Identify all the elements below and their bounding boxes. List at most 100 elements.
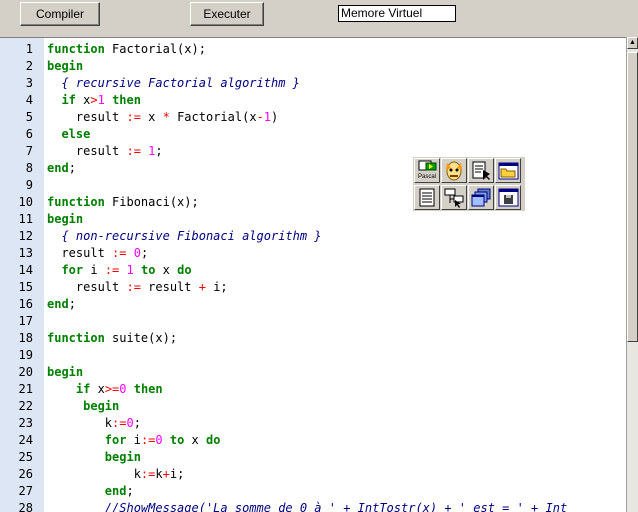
robot-face-button[interactable]	[441, 158, 467, 183]
code-token: +	[162, 467, 170, 481]
line-number: 25	[18, 450, 33, 464]
code-token: -	[256, 110, 264, 124]
line-number: 19	[18, 348, 33, 362]
code-token: to	[140, 263, 156, 277]
code-token: x	[90, 382, 105, 396]
document-cursor-icon	[472, 161, 490, 180]
code-token: end	[47, 297, 69, 311]
tree-view-icon	[444, 188, 464, 208]
code-line[interactable]: function Factorial(x);	[47, 41, 206, 58]
code-line[interactable]: function Fibonaci(x);	[47, 194, 199, 211]
code-line[interactable]: end;	[47, 483, 134, 500]
code-token: function	[47, 331, 105, 345]
code-token: function	[47, 42, 105, 56]
scroll-up-arrow-icon[interactable]: ▲	[627, 37, 638, 49]
compile-button[interactable]: Compiler	[20, 2, 100, 26]
code-token: ;	[68, 161, 76, 175]
code-line[interactable]: result := 1;	[47, 143, 163, 160]
code-line[interactable]: for i:=0 to x do	[47, 432, 221, 449]
code-line[interactable]: result := 0;	[47, 245, 148, 262]
code-line[interactable]: begin	[47, 449, 141, 466]
code-token: result	[47, 280, 127, 294]
code-line[interactable]: function suite(x);	[47, 330, 177, 347]
pascal-compile-button[interactable]: Pascal	[414, 158, 440, 183]
code-line[interactable]: result := result + i;	[47, 279, 228, 296]
code-line[interactable]: if x>1 then	[47, 92, 141, 109]
code-line[interactable]: { non-recursive Fibonaci algorithm }	[47, 228, 322, 245]
line-number: 21	[18, 382, 33, 396]
code-area[interactable]: function Factorial(x); begin { recursive …	[47, 38, 626, 512]
code-token: :=	[126, 110, 141, 124]
vertical-scrollbar[interactable]: ▲	[626, 37, 638, 512]
code-token: k	[47, 416, 113, 430]
code-line[interactable]: for i := 1 to x do	[47, 262, 192, 279]
line-number: 12	[18, 229, 33, 243]
virtual-memory-field[interactable]: Memore Virtuel	[338, 5, 456, 22]
code-token: :=	[126, 144, 141, 158]
line-number: 11	[18, 212, 33, 226]
open-folder-button[interactable]	[495, 158, 521, 183]
code-line[interactable]: if x>=0 then	[47, 381, 163, 398]
code-line[interactable]: begin	[47, 398, 119, 415]
toolbar: Compiler Executer Memore Virtuel	[0, 0, 638, 36]
code-editor[interactable]: 1 2 3 4 5 6 7 8 9 10 11 12 13 14 15 16 17 18 19 20 21 22 23 24 2…	[0, 37, 626, 512]
code-line[interactable]: begin	[47, 211, 83, 228]
code-token: :=	[112, 416, 127, 430]
code-token: result	[47, 144, 127, 158]
code-token: then	[133, 382, 163, 396]
code-token: :=	[104, 263, 120, 277]
document-cursor-button[interactable]	[468, 158, 494, 183]
code-line[interactable]: k:=0;	[47, 415, 141, 432]
line-number: 2	[25, 59, 33, 73]
code-token: :=	[140, 467, 156, 481]
code-token: +	[198, 280, 206, 294]
code-token: )	[271, 110, 279, 124]
scroll-thumb[interactable]	[627, 52, 638, 342]
code-token: :=	[126, 280, 141, 294]
tree-view-button[interactable]	[441, 185, 467, 210]
code-line[interactable]: end;	[47, 160, 76, 177]
code-token: Fibonaci(x);	[104, 195, 199, 209]
code-token: end	[104, 484, 127, 498]
list-document-button[interactable]	[414, 185, 440, 210]
code-token: end	[47, 161, 69, 175]
code-token: begin	[83, 399, 120, 413]
code-line[interactable]: //ShowMessage('La somme de 0 à ' + IntTo…	[47, 500, 567, 512]
code-line[interactable]: begin	[47, 364, 83, 381]
code-token: begin	[47, 59, 84, 73]
line-number: 23	[18, 416, 33, 430]
code-line[interactable]: else	[47, 126, 90, 143]
line-number: 28	[18, 501, 33, 512]
code-line[interactable]: end;	[47, 296, 76, 313]
code-token: do	[177, 263, 192, 277]
code-token: result	[47, 110, 127, 124]
execute-button[interactable]: Executer	[190, 2, 264, 26]
code-line[interactable]: begin	[47, 58, 83, 75]
code-token: if	[75, 382, 91, 396]
code-token: do	[206, 433, 221, 447]
open-folder-icon	[498, 162, 519, 180]
code-line[interactable]: { recursive Factorial algorithm }	[47, 75, 299, 92]
line-number: 6	[25, 127, 33, 141]
code-line[interactable]: k:=k+i;	[47, 466, 185, 483]
pascal-compile-icon	[418, 160, 437, 171]
code-token: i;	[205, 280, 228, 294]
code-token: { non-recursive Fibonaci algorithm }	[47, 229, 322, 243]
code-token: 0	[155, 433, 163, 447]
code-token: ;	[68, 297, 76, 311]
save-disk-button[interactable]	[495, 185, 521, 210]
line-number-gutter: 1 2 3 4 5 6 7 8 9 10 11 12 13 14 15 16 17 18 19 20 21 22 23 24 2…	[0, 38, 44, 512]
code-line[interactable]: result := x * Factorial(x-1)	[47, 109, 278, 126]
line-number: 5	[25, 110, 33, 124]
line-number: 9	[25, 178, 33, 192]
line-number: 16	[18, 297, 33, 311]
multi-window-button[interactable]	[468, 185, 494, 210]
line-number: 8	[25, 161, 33, 175]
code-token: for	[104, 433, 127, 447]
